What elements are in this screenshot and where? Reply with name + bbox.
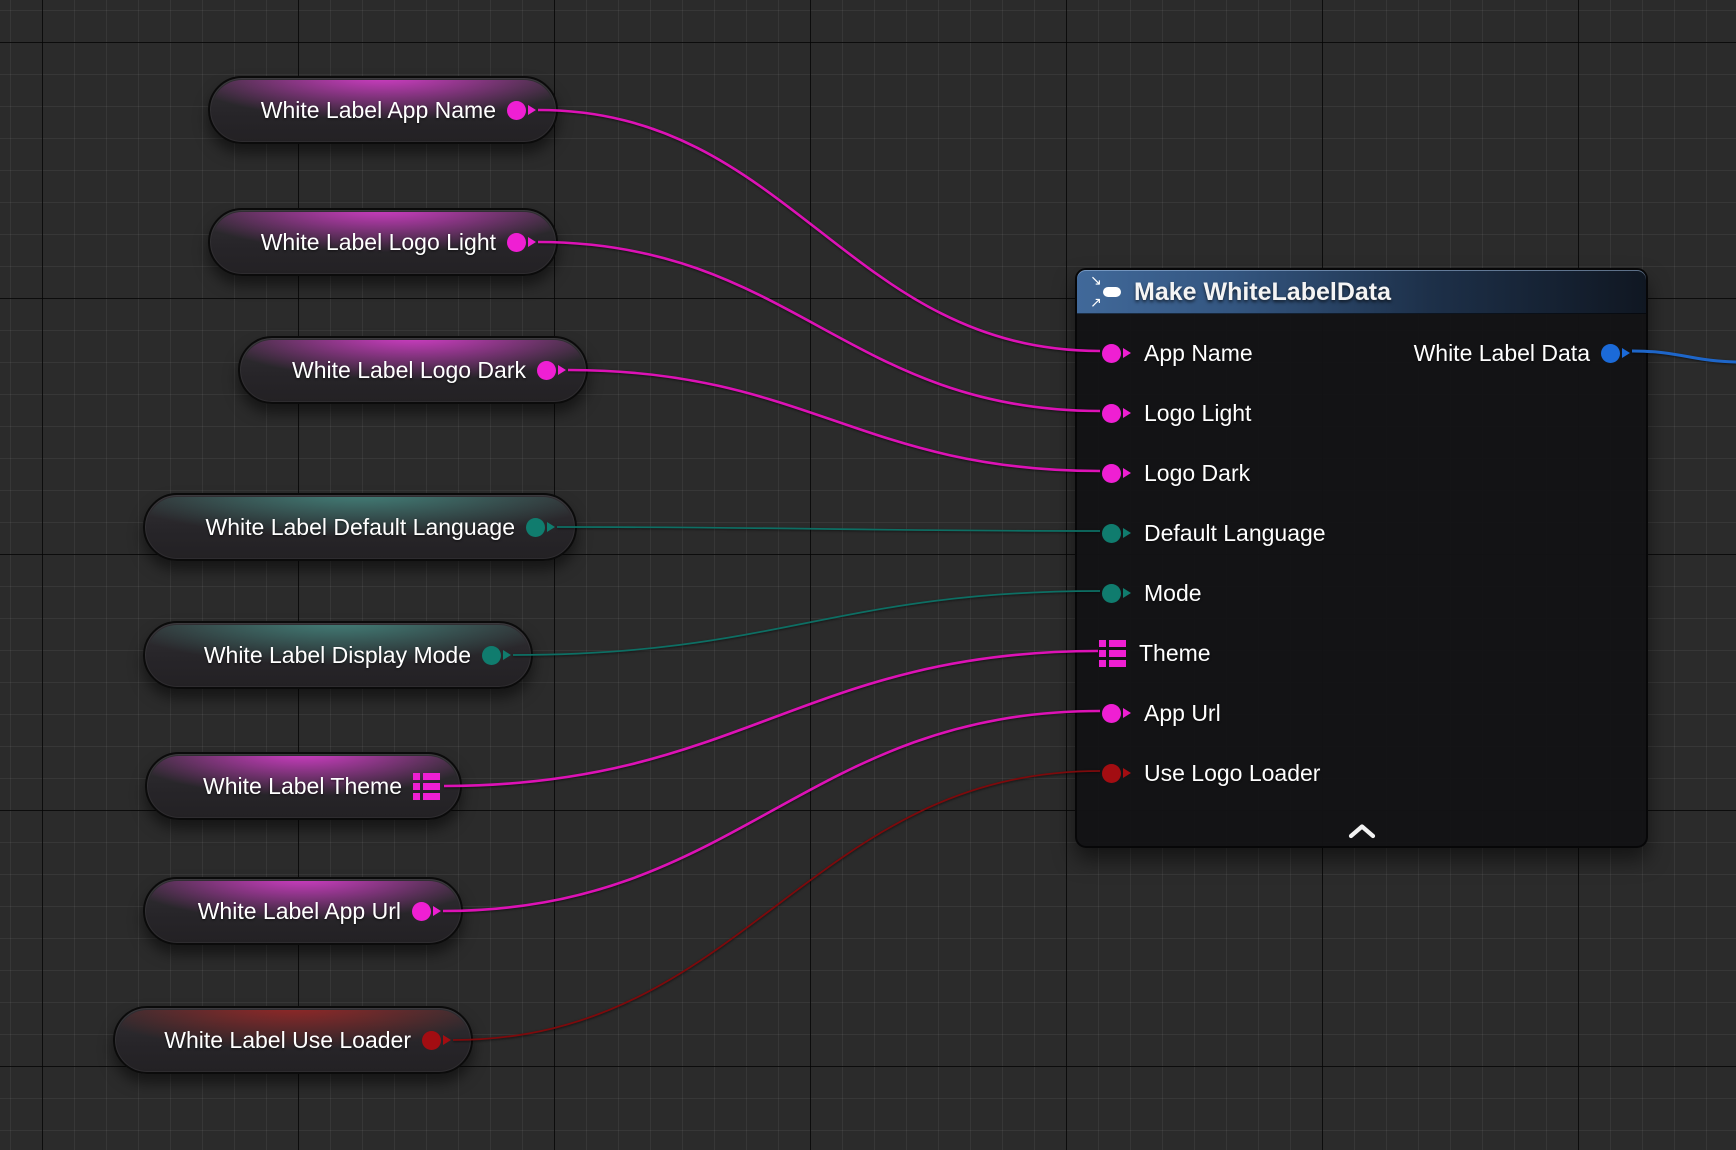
- input-row-logo-light: Logo Light: [1077, 383, 1646, 443]
- variable-node-white-label-app-url[interactable]: White Label App Url: [143, 877, 463, 945]
- string-output-pin-icon[interactable]: [507, 101, 536, 120]
- pin-label: App Url: [1144, 700, 1221, 727]
- variable-node-white-label-app-name[interactable]: White Label App Name: [208, 76, 558, 144]
- input-row-mode: Mode: [1077, 563, 1646, 623]
- input-row-default-language: Default Language: [1077, 503, 1646, 563]
- blueprint-graph-canvas[interactable]: White Label App Name White Label Logo Li…: [0, 0, 1736, 1150]
- bool-output-pin-icon[interactable]: [422, 1031, 451, 1050]
- enum-input-pin-icon[interactable]: [1102, 584, 1131, 603]
- string-input-pin-icon[interactable]: [1102, 404, 1131, 423]
- variable-node-label: White Label App Url: [198, 898, 401, 925]
- pin-label: White Label Data: [1414, 340, 1590, 367]
- variable-node-white-label-default-language[interactable]: White Label Default Language: [143, 493, 577, 561]
- wire-use-logo-loader[interactable]: [453, 771, 1100, 1040]
- variable-node-white-label-logo-light[interactable]: White Label Logo Light: [208, 208, 558, 276]
- string-input-pin-icon[interactable]: [1102, 464, 1131, 483]
- pin-label: Logo Dark: [1144, 460, 1250, 487]
- input-row-theme: Theme: [1077, 623, 1646, 683]
- string-output-pin-icon[interactable]: [507, 233, 536, 252]
- variable-node-white-label-display-mode[interactable]: White Label Display Mode: [143, 621, 533, 689]
- input-pin-list: App Name Logo Light Logo Dark Default La…: [1077, 314, 1646, 803]
- pin-label: Default Language: [1144, 520, 1326, 547]
- enum-output-pin-icon[interactable]: [526, 518, 555, 537]
- variable-node-white-label-theme[interactable]: White Label Theme: [145, 752, 462, 820]
- variable-node-white-label-use-loader[interactable]: White Label Use Loader: [113, 1006, 473, 1074]
- variable-node-label: White Label Theme: [203, 773, 402, 800]
- wire-logo-light[interactable]: [538, 242, 1100, 411]
- pin-label: Logo Light: [1144, 400, 1251, 427]
- variable-node-label: White Label Logo Dark: [292, 357, 526, 384]
- object-output-pin-icon[interactable]: [1601, 344, 1630, 363]
- node-title: Make WhiteLabelData: [1134, 278, 1391, 307]
- wire-app-name[interactable]: [538, 110, 1100, 351]
- make-whitelabeldata-node[interactable]: ↘↗ Make WhiteLabelData App Name Logo Lig…: [1075, 268, 1648, 848]
- input-row-app-url: App Url: [1077, 683, 1646, 743]
- pin-label: App Name: [1144, 340, 1253, 367]
- wire-app-url[interactable]: [443, 711, 1100, 911]
- wire-default-language[interactable]: [557, 527, 1100, 531]
- output-row-white-label-data: White Label Data: [1414, 323, 1630, 383]
- variable-node-label: White Label App Name: [261, 97, 496, 124]
- variable-node-white-label-logo-dark[interactable]: White Label Logo Dark: [238, 336, 588, 404]
- enum-input-pin-icon[interactable]: [1102, 524, 1131, 543]
- bool-input-pin-icon[interactable]: [1102, 764, 1131, 783]
- string-input-pin-icon[interactable]: [1102, 704, 1131, 723]
- pin-label: Use Logo Loader: [1144, 760, 1320, 787]
- struct-output-pin-icon[interactable]: [413, 773, 440, 800]
- enum-output-pin-icon[interactable]: [482, 646, 511, 665]
- input-row-logo-dark: Logo Dark: [1077, 443, 1646, 503]
- string-output-pin-icon[interactable]: [537, 361, 566, 380]
- make-struct-icon: ↘↗: [1090, 277, 1122, 307]
- variable-node-label: White Label Logo Light: [261, 229, 496, 256]
- struct-input-pin-icon[interactable]: [1099, 640, 1126, 667]
- pin-label: Theme: [1139, 640, 1211, 667]
- wire-mode[interactable]: [513, 591, 1100, 655]
- wire-theme[interactable]: [444, 651, 1098, 786]
- variable-node-label: White Label Default Language: [206, 514, 515, 541]
- node-header[interactable]: ↘↗ Make WhiteLabelData: [1077, 270, 1646, 314]
- string-input-pin-icon[interactable]: [1102, 344, 1131, 363]
- wire-logo-dark[interactable]: [568, 370, 1100, 471]
- collapse-chevron-icon[interactable]: [1348, 823, 1376, 839]
- variable-node-label: White Label Use Loader: [164, 1027, 411, 1054]
- string-output-pin-icon[interactable]: [412, 902, 441, 921]
- input-row-use-logo-loader: Use Logo Loader: [1077, 743, 1646, 803]
- variable-node-label: White Label Display Mode: [204, 642, 471, 669]
- pin-label: Mode: [1144, 580, 1202, 607]
